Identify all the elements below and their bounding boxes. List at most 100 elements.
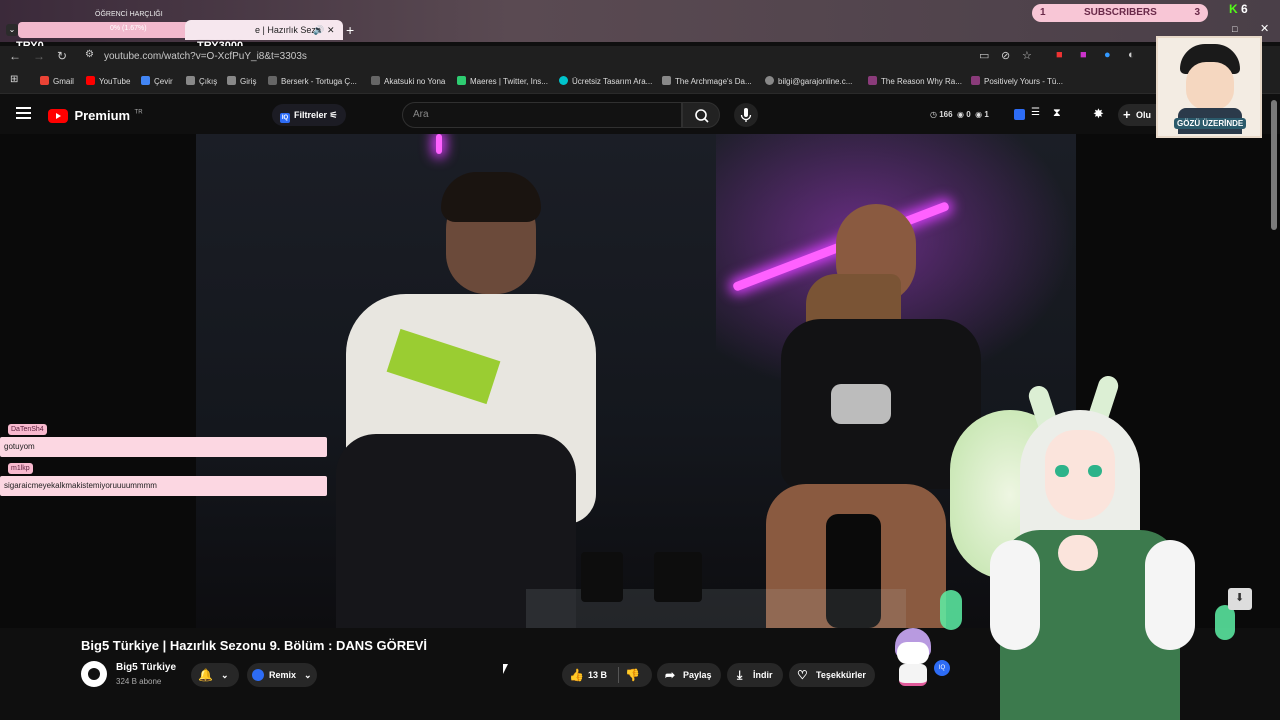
- extension-icon[interactable]: ●: [1104, 49, 1111, 61]
- channel-avatar[interactable]: [81, 661, 107, 687]
- iq-icon[interactable]: IQ: [934, 660, 950, 676]
- voice-search-button[interactable]: [734, 103, 758, 127]
- remix-button[interactable]: Remix ⌄: [247, 663, 317, 687]
- like-button[interactable]: 👍: [569, 663, 584, 687]
- bell-icon: 🔔: [198, 668, 213, 682]
- download-button[interactable]: ⤓ İndir: [727, 663, 783, 687]
- extension-stats[interactable]: ◷ 166 ◉ 0 ◉ 1: [930, 110, 989, 119]
- search-input[interactable]: Ara: [402, 102, 682, 128]
- create-button[interactable]: + Olu: [1118, 104, 1158, 126]
- bookmark-icon: [186, 76, 195, 85]
- page-scrollbar[interactable]: [1271, 100, 1277, 230]
- avatar-caption: GÖZÜ ÜZERİNDE: [1174, 118, 1247, 129]
- eye-off-icon[interactable]: ⊘: [1001, 49, 1010, 62]
- chevron-down-icon: ⌄: [304, 670, 312, 680]
- bookmark-item[interactable]: YouTube: [86, 76, 130, 86]
- share-button[interactable]: ➦ Paylaş: [657, 663, 721, 687]
- arrow-down-icon: ⬇: [1235, 592, 1245, 604]
- like-count: 13 B: [588, 670, 608, 680]
- subscriber-goal-label: SUBSCRIBERS: [1084, 7, 1157, 18]
- bookmark-item[interactable]: Positively Yours - Tü...: [971, 76, 1063, 86]
- eye-icon: ◉: [957, 110, 965, 119]
- bookmark-icon: [457, 76, 466, 85]
- bookmark-item[interactable]: Çevir: [141, 76, 173, 86]
- youtube-logo[interactable]: Premium TR: [48, 107, 143, 125]
- thumbs-up-icon: 👍: [569, 668, 584, 682]
- site-info-icon[interactable]: ⚙: [85, 49, 94, 60]
- hourglass-icon[interactable]: ⧗: [1053, 107, 1061, 120]
- bookmark-item[interactable]: bilgi@garajonline.c...: [765, 76, 852, 86]
- shirt-print: [831, 384, 891, 424]
- dislike-button[interactable]: 👎: [625, 663, 640, 687]
- tab-audio-icon[interactable]: 🔊: [313, 20, 324, 40]
- extension-icon[interactable]: ◐: [1128, 49, 1135, 61]
- spirit-flame: [1215, 605, 1235, 640]
- window-minimize-icon[interactable]: □: [1232, 24, 1237, 34]
- donation-goal-progress: 0% (1.67%): [110, 25, 147, 32]
- tab-active[interactable]: e | Hazırlık Sezo 🔊 ✕: [185, 20, 343, 40]
- window-close-icon[interactable]: ✕: [1260, 22, 1269, 35]
- cast-icon[interactable]: ▭: [979, 49, 989, 62]
- extension-icon[interactable]: ■: [1056, 49, 1063, 61]
- download-label: İndir: [753, 670, 773, 680]
- vtuber-eye: [1088, 465, 1102, 477]
- iq-icon[interactable]: [1014, 109, 1025, 120]
- bookmark-item[interactable]: Akatsuki no Yona: [371, 76, 445, 86]
- thanks-button[interactable]: ♡ Teşekkürler: [789, 663, 875, 687]
- new-tab-button[interactable]: +: [346, 22, 354, 38]
- bookmark-item[interactable]: Ücretsiz Tasarım Ara...: [559, 76, 652, 86]
- region-code: TR: [134, 109, 143, 116]
- donation-goal-title: ÖĞRENCİ HARÇLIĞI: [95, 11, 163, 18]
- bookmark-icon: [227, 76, 236, 85]
- mouse-cursor: [503, 664, 508, 674]
- hamburger-menu-icon[interactable]: [16, 107, 31, 119]
- neon-light: [436, 134, 442, 154]
- chevron-down-icon: ⌄: [221, 670, 229, 680]
- channel-name[interactable]: Big5 Türkiye: [116, 662, 176, 673]
- bookmark-item[interactable]: Maeres | Twitter, Ins...: [457, 76, 548, 86]
- bookmark-item[interactable]: Çıkış: [186, 76, 217, 86]
- vtuber-eye: [1055, 465, 1069, 477]
- gear-icon[interactable]: ✸: [1093, 106, 1104, 122]
- bookmark-item[interactable]: The Archmage's Da...: [662, 76, 752, 86]
- apps-grid-icon[interactable]: ⊞: [10, 74, 18, 85]
- tab-close-icon[interactable]: ✕: [327, 20, 335, 40]
- reload-icon[interactable]: ↻: [57, 49, 67, 63]
- search-button[interactable]: [682, 102, 720, 128]
- tab-active-title: e | Hazırlık Sezo: [255, 25, 321, 35]
- gmail-icon: [40, 76, 49, 85]
- chat-username: DaTenSh4: [8, 424, 47, 435]
- url-field[interactable]: youtube.com/watch?v=O-XcfPuY_i8&t=3303s: [104, 51, 307, 62]
- kick-badge: K 6: [1229, 2, 1248, 16]
- bookmark-icon: [268, 76, 277, 85]
- list-icon[interactable]: ☰: [1031, 107, 1040, 118]
- bookmark-item[interactable]: Giriş: [227, 76, 256, 86]
- scroll-down-button[interactable]: ⬇: [1228, 588, 1252, 610]
- extension-icon[interactable]: ■: [1080, 49, 1087, 61]
- stat-views: 166: [939, 110, 953, 119]
- mug: [654, 552, 702, 602]
- tab-search-button[interactable]: ⌄: [6, 24, 18, 36]
- sliders-icon: ⚟: [329, 110, 338, 120]
- pet-sticker: [887, 628, 937, 690]
- bookmark-item[interactable]: Gmail: [40, 76, 74, 86]
- bookmark-star-icon[interactable]: ☆: [1022, 49, 1032, 62]
- notification-bell-button[interactable]: 🔔 ⌄: [191, 663, 239, 687]
- avatar-face: [1186, 62, 1234, 110]
- back-icon[interactable]: ←: [9, 49, 21, 63]
- chat-username: m1lkp: [8, 463, 33, 474]
- thumbs-down-icon: 👎: [625, 668, 640, 682]
- globe-icon: [765, 76, 774, 85]
- divider: [618, 667, 619, 683]
- youtube-brand-text: Premium: [74, 108, 131, 124]
- bookmark-item[interactable]: Berserk - Tortuga Ç...: [268, 76, 357, 86]
- filters-label: Filtreler: [294, 110, 328, 120]
- bookmark-item[interactable]: The Reason Why Ra...: [868, 76, 962, 86]
- filters-button[interactable]: IQ Filtreler ⚟: [272, 104, 346, 126]
- microphone-icon: [740, 108, 752, 122]
- bookmark-icon: [868, 76, 877, 85]
- kick-icon: K: [1229, 2, 1238, 16]
- forward-icon[interactable]: →: [33, 49, 45, 63]
- eye-icon: ◉: [975, 110, 983, 119]
- iq-icon: IQ: [280, 113, 290, 123]
